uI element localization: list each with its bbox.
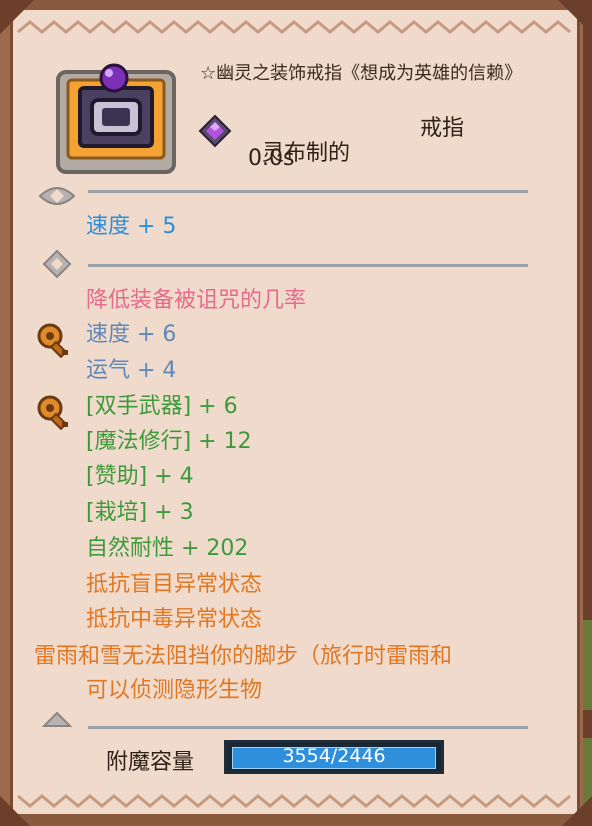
resist-line: 抵抗盲目异常状态 [86,572,263,597]
key-scroll-icon [37,323,68,358]
adjacent-panel-edge [583,620,592,710]
enchant-header-line: 降低装备被诅咒的几率 [86,288,307,313]
enchant-capacity-bar: 3554/2446 [224,740,444,774]
key-scroll-icon [37,395,68,430]
purple-gem-ring-icon [56,63,176,174]
special-line: 可以侦测隐形生物 [86,678,263,703]
stat-line: 速度 + 6 [86,322,177,347]
stat-line: 运气 + 4 [86,358,177,383]
item-type: 戒指 [420,116,465,141]
section-divider [88,264,528,267]
item-title: ☆幽灵之装饰戒指《想成为英雄的信赖》 [200,63,523,84]
base-stat-line: 速度 + 5 [86,214,177,239]
enchant-capacity-label: 附魔容量 [106,750,195,775]
eye-diamond-icon [38,187,76,205]
skill-line: [赞助] + 4 [86,464,194,489]
enchant-capacity-value: 3554/2446 [282,745,386,767]
purple-diamond-gem-icon [198,114,232,148]
skill-line: 自然耐性 + 202 [86,536,249,561]
section-divider [88,190,528,193]
skill-line: [栽培] + 3 [86,500,194,525]
resist-line: 抵抗中毒异常状态 [86,607,263,632]
bottom-decorative-border [0,794,592,826]
special-line: 雷雨和雪无法阻挡你的脚步（旅行时雷雨和 [34,644,453,669]
section-divider [88,726,528,729]
diamond-divider-icon [42,250,72,278]
skill-line: [双手武器] + 6 [86,394,238,419]
skill-line: [魔法修行] + 12 [86,429,252,454]
item-time: 0.0s [248,146,295,171]
right-edge-strip [583,0,592,826]
top-decorative-border [0,0,592,34]
diamond-divider-icon [41,712,73,727]
